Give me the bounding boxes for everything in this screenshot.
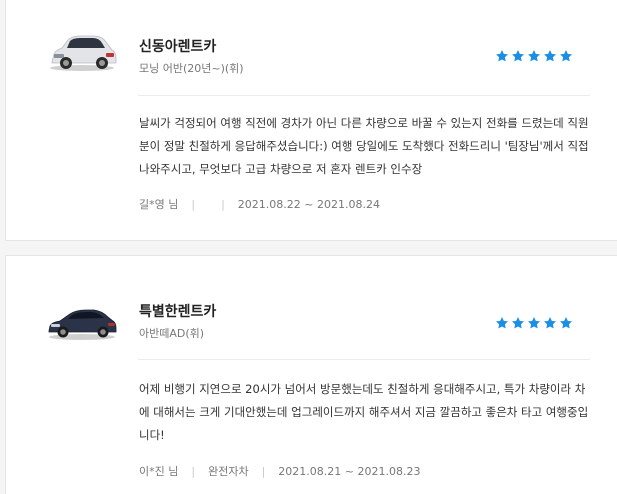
meta-separator: | (191, 197, 196, 211)
divider (138, 95, 590, 96)
star-icon (560, 317, 572, 329)
star-icon (528, 317, 540, 329)
rental-period: 2021.08.22 ~ 2021.08.24 (237, 197, 380, 211)
star-icon (512, 317, 524, 329)
star-icon (544, 50, 556, 62)
shop-name: 특별한렌트카 (139, 304, 217, 320)
review-card: 특별한렌트카 아반떼AD(휘) 어제 비행기 지연으로 20시가 넘어서 방문했… (5, 255, 617, 494)
meta-separator: | (261, 464, 266, 478)
star-icon (528, 50, 540, 62)
review-text: 어제 비행기 지연으로 20시가 넘어서 방문했는데도 친절하게 응대해주시고,… (139, 382, 589, 442)
insurance-type: 완전자차 (208, 465, 249, 478)
star-icon (496, 317, 508, 329)
shop-name: 신동아렌트카 (139, 39, 217, 55)
divider (138, 359, 590, 360)
star-icon (512, 50, 524, 62)
meta-separator: | (191, 464, 196, 478)
review-author: 길*영 님 (139, 198, 179, 211)
meta-separator: | (221, 197, 225, 211)
star-rating (495, 49, 573, 63)
star-icon (560, 50, 572, 62)
review-card: 신동아렌트카 모닝 어반(20년~)(휘) 날씨가 걱정되어 여행 직전에 경차… (5, 0, 617, 241)
car-thumbnail-icon (50, 35, 117, 71)
car-model: 모닝 어반(20년~)(휘) (139, 62, 244, 75)
star-rating (495, 316, 573, 330)
review-meta: 이*진 님 | 완전자차 | 2021.08.21 ~ 2021.08.23 (139, 463, 420, 479)
star-icon (544, 317, 556, 329)
car-model: 아반떼AD(휘) (139, 327, 205, 340)
review-meta: 길*영 님 | | 2021.08.22 ~ 2021.08.24 (139, 196, 380, 212)
rental-period: 2021.08.21 ~ 2021.08.23 (278, 464, 421, 478)
review-text: 날씨가 걱정되어 여행 직전에 경차가 아닌 다른 차량으로 바꿀 수 있는지 … (139, 116, 589, 176)
review-author: 이*진 님 (139, 465, 179, 478)
star-icon (496, 50, 508, 62)
car-thumbnail-icon (48, 309, 117, 340)
